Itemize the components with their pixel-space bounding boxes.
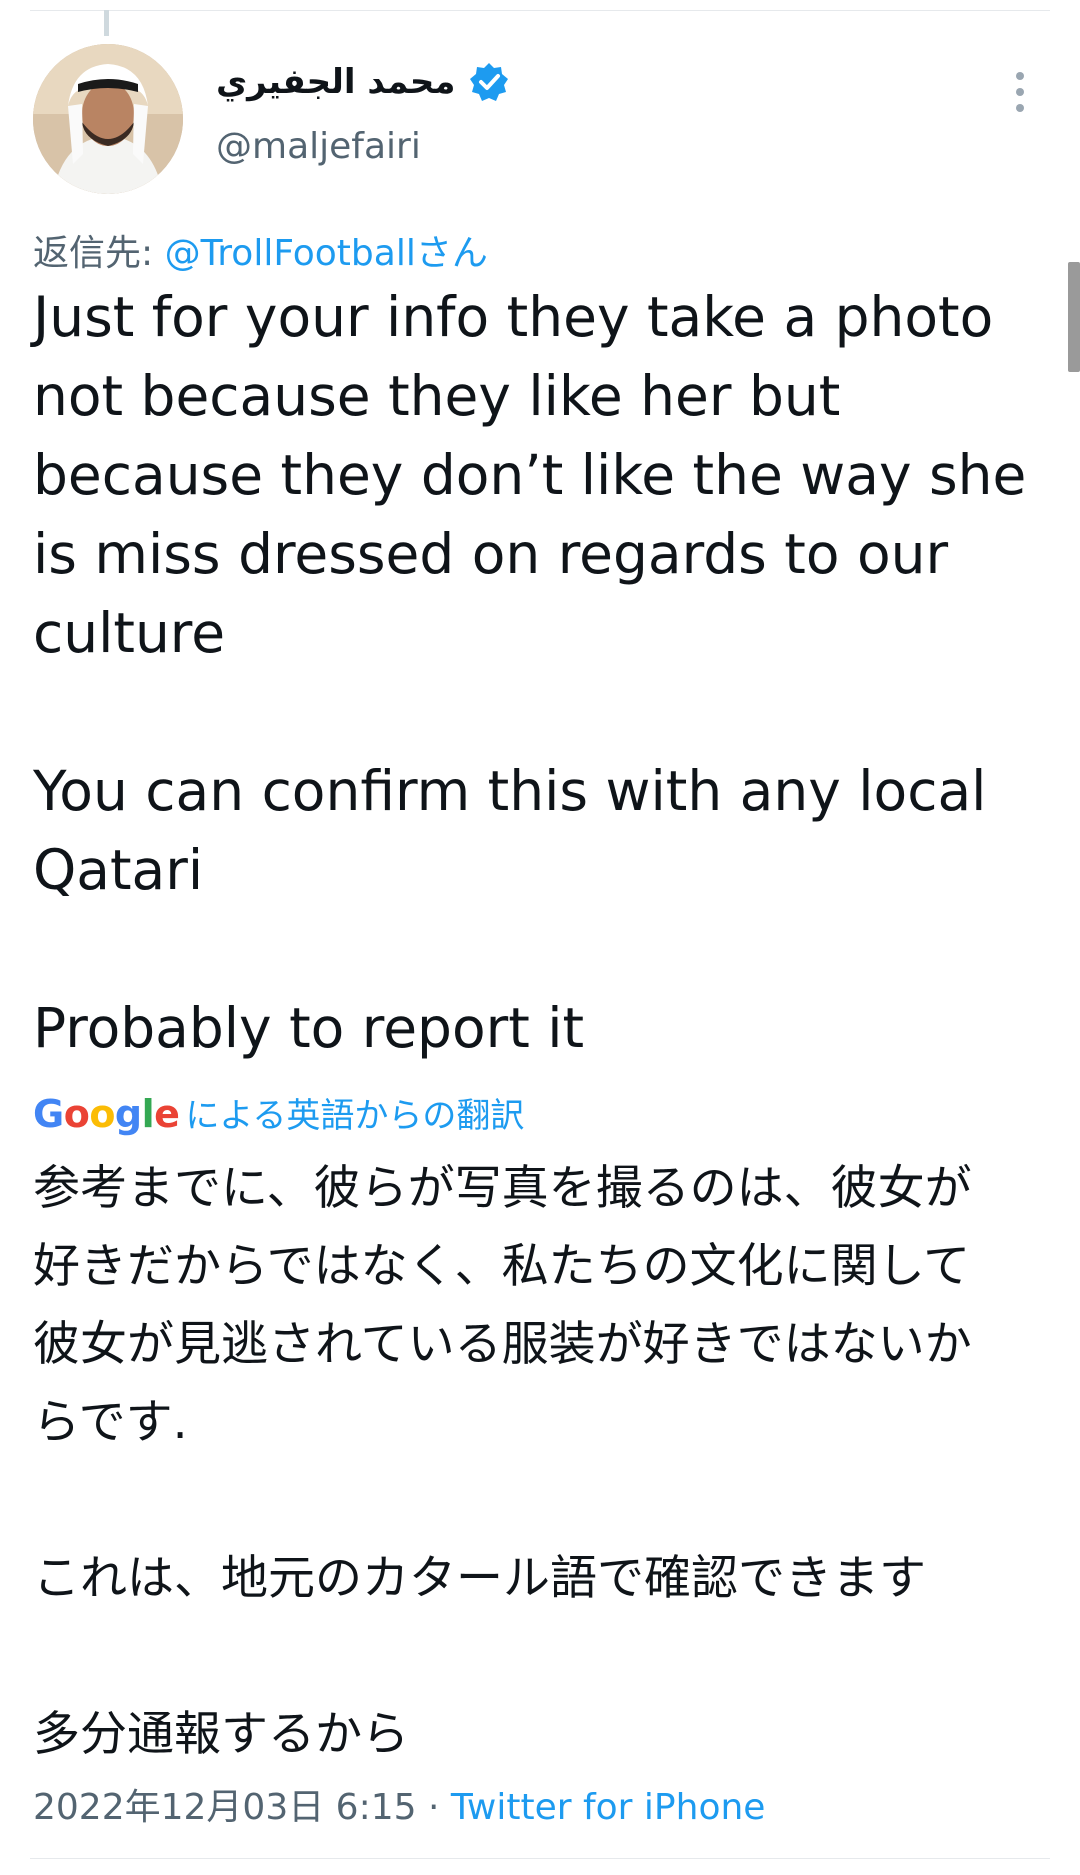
tweet-source-link[interactable]: Twitter for iPhone bbox=[451, 1787, 766, 1828]
avatar-image bbox=[33, 44, 183, 194]
translation-attribution[interactable]: Google による英語からの翻訳 bbox=[33, 1088, 524, 1137]
author-display-name[interactable]: محمد الجفيري bbox=[216, 62, 455, 102]
more-options-dot bbox=[1016, 72, 1024, 80]
bottom-divider bbox=[30, 1858, 1050, 1859]
author-name-row[interactable]: محمد الجفيري bbox=[216, 62, 509, 102]
reply-to-line: 返信先: @TrollFootballさん bbox=[33, 224, 488, 276]
reply-to-mention-link[interactable]: @TrollFootballさん bbox=[165, 233, 488, 274]
author-handle[interactable]: @maljefairi bbox=[216, 126, 421, 167]
thread-connector-line bbox=[104, 10, 109, 36]
scrollbar-thumb[interactable] bbox=[1068, 262, 1080, 372]
tweet-body-text: Just for your info they take a photo not… bbox=[33, 285, 1027, 1060]
tweet-metadata: 2022年12月03日 6:15 · Twitter for iPhone bbox=[33, 1778, 765, 1830]
user-avatar[interactable] bbox=[33, 44, 183, 194]
more-options-icon[interactable] bbox=[1014, 72, 1026, 112]
tweet-timestamp[interactable]: 2022年12月03日 6:15 bbox=[33, 1787, 417, 1828]
more-options-dot bbox=[1016, 104, 1024, 112]
translated-tweet-text: 参考までに、彼らが写真を撮るのは、彼女が 好きだからではなく、私たちの文化に関し… bbox=[33, 1161, 972, 1762]
reply-to-prefix: 返信先: bbox=[33, 233, 165, 274]
more-options-dot bbox=[1016, 88, 1024, 96]
google-logo: Google bbox=[33, 1092, 180, 1136]
top-divider bbox=[30, 10, 1050, 11]
verified-badge-icon bbox=[469, 62, 509, 102]
translation-label[interactable]: による英語からの翻訳 bbox=[185, 1088, 524, 1137]
metadata-separator: · bbox=[416, 1787, 451, 1828]
